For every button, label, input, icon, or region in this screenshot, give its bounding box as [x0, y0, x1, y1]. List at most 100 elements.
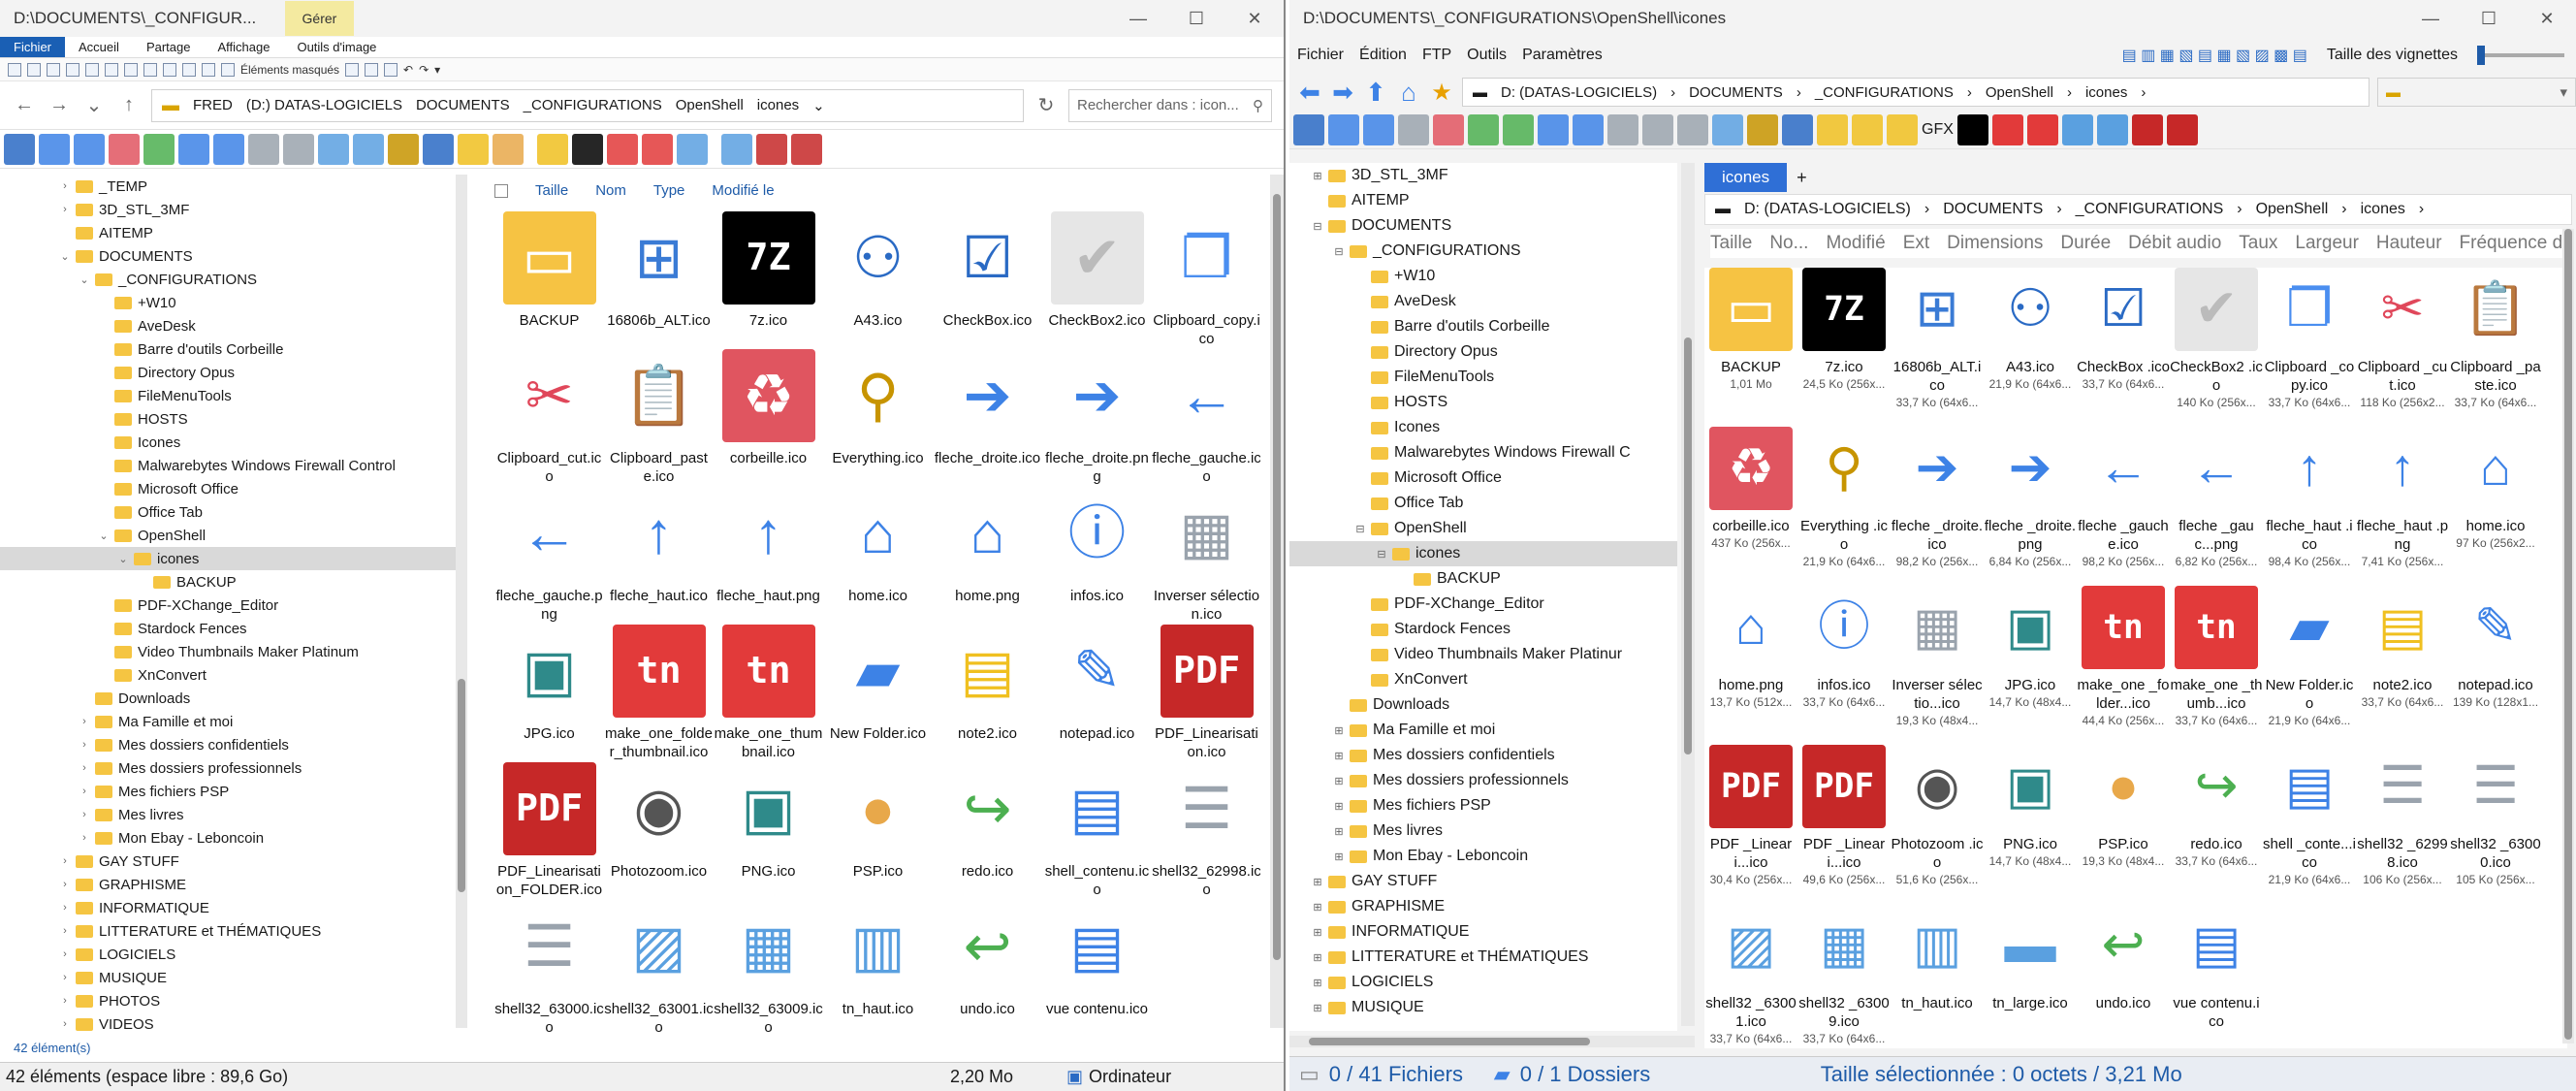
qat-icon[interactable] — [221, 62, 235, 77]
expand-icon[interactable]: › — [78, 762, 91, 774]
toolbar-button-icon[interactable] — [109, 133, 140, 165]
toolbar-button-icon[interactable] — [572, 133, 603, 165]
file-item[interactable]: ✎ notepad.ico 139 Ko (128x1... — [2449, 586, 2542, 745]
minimize-icon[interactable]: — — [2401, 9, 2460, 29]
tree-item[interactable]: +W10 — [0, 291, 456, 314]
qat-icon[interactable] — [163, 62, 176, 77]
toolbar-button-icon[interactable] — [39, 133, 70, 165]
expand-icon[interactable]: › — [78, 739, 91, 751]
tree-item[interactable]: Office Tab — [0, 500, 456, 524]
file-item[interactable]: ▣ PNG.ico — [714, 762, 823, 900]
toolbar-button-icon[interactable] — [756, 133, 787, 165]
toolbar-button-icon[interactable] — [1503, 113, 1534, 145]
file-item[interactable]: ← fleche _gauche.ico 98,2 Ko (256x... — [2077, 427, 2170, 586]
breadcrumb-item[interactable]: DOCUMENTS — [416, 97, 510, 113]
file-item[interactable]: ⌂ home.png — [933, 487, 1042, 625]
tree-item[interactable]: › INFORMATIQUE — [0, 896, 456, 919]
hidden-items-label[interactable]: Éléments masqués — [240, 63, 339, 77]
menu-item[interactable]: Édition — [1359, 47, 1407, 64]
file-item[interactable]: ▥ tn_haut.ico — [1891, 904, 1984, 1048]
back-arrow-icon[interactable]: ⬅ — [1297, 78, 1322, 108]
tree-item[interactable]: ⌄ DOCUMENTS — [0, 244, 456, 268]
tree-item[interactable]: ⊟ OpenShell — [1289, 516, 1677, 541]
tree-item[interactable]: Downloads — [0, 687, 456, 710]
tree-item[interactable]: ⊞ INFORMATIQUE — [1289, 919, 1677, 945]
qat-icon[interactable] — [66, 62, 80, 77]
toolbar-button-icon[interactable] — [1433, 113, 1464, 145]
expand-icon[interactable]: ⌄ — [58, 250, 72, 263]
tree-item[interactable]: Barre d'outils Corbeille — [0, 337, 456, 361]
toolbar-button-icon[interactable] — [2026, 113, 2058, 145]
expand-icon[interactable]: ⊟ — [1332, 245, 1346, 258]
file-item[interactable]: ▭ BACKUP — [494, 211, 604, 349]
file-item[interactable]: ✂ Clipboard_cut.ico — [494, 349, 604, 487]
undo-icon[interactable]: ↶ — [403, 63, 413, 77]
thumbnail-size-slider[interactable] — [2477, 46, 2564, 65]
toolbar-button-icon[interactable] — [1642, 113, 1673, 145]
breadcrumb-item[interactable]: _CONFIGURATIONS — [1815, 84, 1954, 101]
file-item[interactable]: ↑ fleche_haut .ico 98,4 Ko (256x... — [2263, 427, 2356, 586]
file-item[interactable]: ↪ redo.ico — [933, 762, 1042, 900]
expand-icon[interactable]: ⊟ — [1311, 220, 1324, 233]
tree-item[interactable]: Downloads — [1289, 692, 1677, 718]
toolbar-button-icon[interactable] — [607, 133, 638, 165]
file-item[interactable]: 7Z 7z.ico 24,5 Ko (256x... — [1797, 268, 1891, 427]
tree-item[interactable]: Video Thumbnails Maker Platinum — [0, 640, 456, 663]
file-item[interactable]: ☰ shell32 _63000.ico 105 Ko (256x... — [2449, 745, 2542, 904]
tree-item[interactable]: Stardock Fences — [0, 617, 456, 640]
search-input[interactable]: Rechercher dans : icon... ⚲ — [1068, 88, 1272, 122]
file-item[interactable]: ▤ shell_contenu.ico — [1042, 762, 1152, 900]
gfx-menu-button[interactable]: GFX — [1922, 121, 1954, 139]
toolbar-button-icon[interactable] — [1363, 113, 1394, 145]
file-item[interactable]: ⓘ infos.ico — [1042, 487, 1152, 625]
tree-item[interactable]: › Mes livres — [0, 803, 456, 826]
maximize-icon[interactable]: ☐ — [1167, 9, 1225, 29]
toolbar-button-icon[interactable] — [1328, 113, 1359, 145]
toolbar-button-icon[interactable] — [2061, 113, 2093, 145]
toolbar-button-icon[interactable] — [1956, 113, 1988, 145]
file-item[interactable]: tn make_one_thumbnail.ico — [714, 625, 823, 762]
tab-icones[interactable]: icones — [1704, 163, 1788, 192]
expand-icon[interactable]: ⊞ — [1311, 977, 1324, 989]
toolbar-button-icon[interactable] — [721, 133, 752, 165]
file-item[interactable]: ▦ shell32_63009.ico — [714, 900, 823, 1036]
tree-item[interactable]: ⊞ 3D_STL_3MF — [1289, 163, 1677, 188]
expand-icon[interactable]: › — [58, 948, 72, 960]
tree-item[interactable]: PDF-XChange_Editor — [1289, 592, 1677, 617]
breadcrumb-item[interactable]: icones — [2085, 84, 2127, 101]
file-item[interactable]: ⚲ Everything .ico 21,9 Ko (64x6... — [1797, 427, 1891, 586]
expand-icon[interactable]: ⊞ — [1311, 170, 1324, 182]
path-item[interactable]: DOCUMENTS — [1943, 201, 2043, 218]
file-item[interactable]: ▤ note2.ico — [933, 625, 1042, 762]
file-item[interactable]: ↪ redo.ico 33,7 Ko (64x6... — [2170, 745, 2263, 904]
tree-item[interactable]: Malwarebytes Windows Firewall Control — [0, 454, 456, 477]
file-item[interactable]: 📋 Clipboard _paste.ico 33,7 Ko (64x6... — [2449, 268, 2542, 427]
ribbon-tab[interactable]: Affichage — [204, 37, 283, 57]
file-item[interactable]: ↑ fleche_haut.ico — [604, 487, 714, 625]
file-item[interactable]: tn make_one _thumb...ico 33,7 Ko (64x6... — [2170, 586, 2263, 745]
expand-icon[interactable]: › — [58, 855, 72, 867]
column-header[interactable]: Type — [653, 182, 685, 199]
file-item[interactable]: 📋 Clipboard_paste.ico — [604, 349, 714, 487]
qat-icon[interactable] — [8, 62, 21, 77]
column-header[interactable]: Fréquence d — [2460, 233, 2563, 254]
toolbar-button-icon[interactable] — [2166, 113, 2198, 145]
file-item[interactable]: ▰ New Folder.ico — [823, 625, 933, 762]
file-item[interactable]: ▤ vue contenu.ico — [2170, 904, 2263, 1048]
toolbar-button-icon[interactable] — [493, 133, 524, 165]
toolbar-button-icon[interactable] — [1782, 113, 1813, 145]
expand-icon[interactable]: ⊟ — [1353, 523, 1367, 535]
tree-item[interactable]: XnConvert — [1289, 667, 1677, 692]
expand-icon[interactable]: › — [58, 1018, 72, 1030]
file-item[interactable]: ● PSP.ico 19,3 Ko (48x4... — [2077, 745, 2170, 904]
thumbnail-size-thumb[interactable] — [2477, 46, 2485, 65]
file-item[interactable]: ⌂ home.ico — [823, 487, 933, 625]
column-header[interactable]: Taille — [1710, 233, 1752, 254]
tree-item[interactable]: › Mes dossiers confidentiels — [0, 733, 456, 756]
tree-item[interactable]: Directory Opus — [0, 361, 456, 384]
toolbar-button-icon[interactable] — [791, 133, 822, 165]
toolbar-button-icon[interactable] — [178, 133, 209, 165]
toolbar-button-icon[interactable] — [1712, 113, 1743, 145]
expand-icon[interactable]: ⊞ — [1311, 1002, 1324, 1014]
toolbar-button-icon[interactable] — [458, 133, 489, 165]
